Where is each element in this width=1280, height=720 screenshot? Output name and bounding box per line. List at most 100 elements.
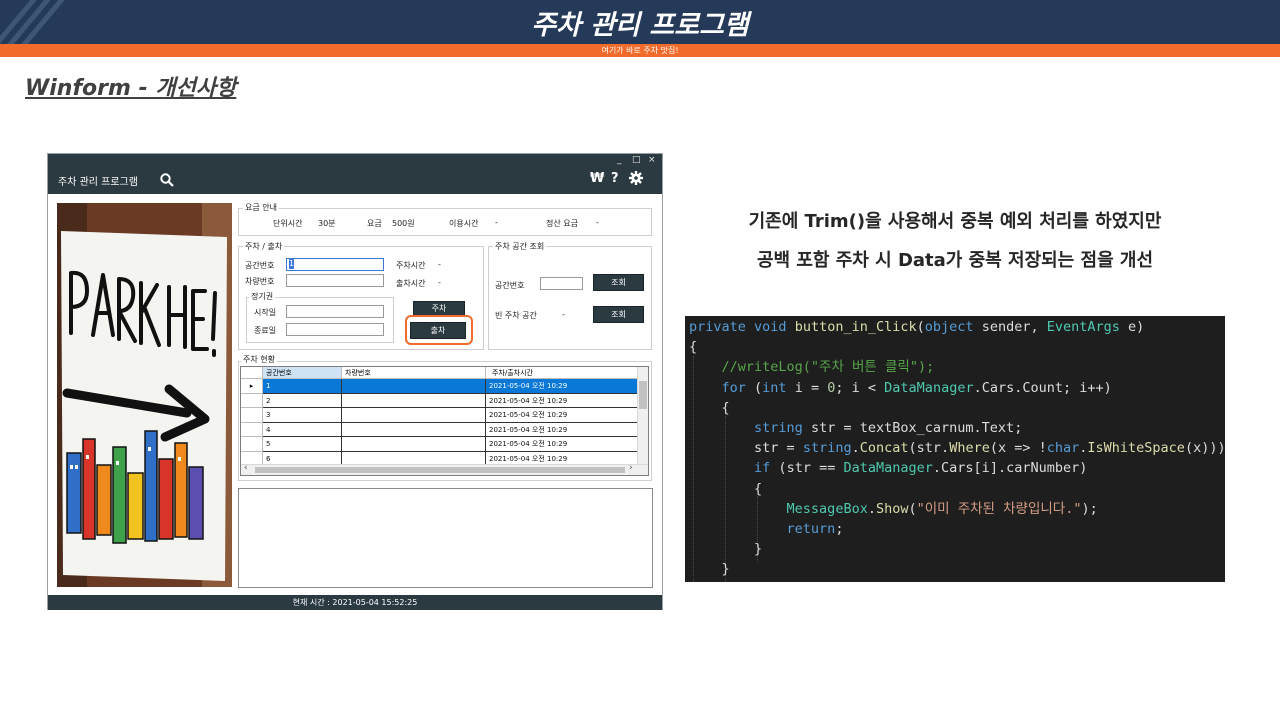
exit-time-value: - [438, 278, 441, 287]
help-icon[interactable]: ? [611, 171, 619, 186]
cell-space-number[interactable]: 5 [263, 437, 342, 452]
row-header[interactable] [241, 408, 263, 423]
table-row[interactable]: ▸ 1 2021-05-04 오전 10:29 [241, 379, 638, 394]
cell-car-number[interactable] [342, 379, 486, 394]
lookup-space-no-input[interactable] [540, 277, 583, 290]
maximize-button[interactable]: □ [632, 155, 641, 165]
cell-car-number[interactable] [342, 408, 486, 423]
cell-space-number[interactable]: 3 [263, 408, 342, 423]
status-bar-clock: 현재 시간 : 2021-05-04 15:52:25 [48, 595, 662, 610]
table-row[interactable]: 4 2021-05-04 오전 10:29 [241, 422, 638, 437]
grid-header-time[interactable]: 주차/출차시간 [486, 367, 638, 379]
settle-fee-label: 정산 요금 [546, 219, 578, 228]
space-no-input[interactable]: 1 [286, 258, 384, 271]
empty-space-value: - [562, 310, 565, 319]
usage-time-label: 이용시간 [449, 219, 479, 228]
table-row[interactable]: 2 2021-05-04 오전 10:29 [241, 393, 638, 408]
description-line-1: 기존에 Trim()을 사용해서 중복 예외 처리를 하였지만 [748, 211, 1162, 232]
code-line: //writeLog("주차 버튼 클릭"); [689, 359, 935, 376]
slide-title: 주차 관리 프로그램 [531, 10, 749, 41]
cell-car-number[interactable] [342, 393, 486, 408]
fee-value: 500원 [392, 219, 415, 228]
grid-horizontal-scroll-thumb[interactable] [255, 467, 625, 473]
search-icon[interactable] [160, 173, 174, 191]
end-date-label: 종료일 [254, 326, 277, 335]
minimize-button[interactable]: _ [617, 155, 622, 165]
cell-space-number[interactable]: 1 [263, 379, 342, 394]
parking-status-group-label: 주차 현황 [241, 354, 277, 365]
park-time-label: 주차시간 [396, 261, 426, 270]
grid-header-space[interactable]: 공간번호 [263, 367, 342, 379]
cell-parking-time[interactable]: 2021-05-04 오전 10:29 [486, 393, 638, 408]
code-line: for (int i = 0; i < DataManager.Cars.Cou… [721, 379, 1112, 396]
won-icon[interactable]: ₩ [590, 171, 604, 186]
cell-parking-time[interactable]: 2021-05-04 오전 10:29 [486, 437, 638, 452]
usage-time-value: - [495, 218, 498, 227]
lookup-space-no-label: 공간번호 [495, 281, 525, 290]
row-header[interactable]: ▸ [241, 379, 263, 394]
empty-space-lookup-button[interactable]: 조회 [593, 306, 644, 323]
end-date-input[interactable] [286, 323, 384, 336]
code-line: { [689, 339, 698, 356]
cell-space-number[interactable]: 2 [263, 393, 342, 408]
cell-space-number[interactable]: 4 [263, 422, 342, 437]
start-date-input[interactable] [286, 305, 384, 318]
cell-car-number[interactable] [342, 437, 486, 452]
start-date-label: 시작일 [254, 308, 277, 317]
code-line: return; [786, 521, 844, 537]
settings-icon[interactable] [629, 171, 643, 189]
window-titlebar: _ □ × 주차 관리 프로그램 ₩ ? [48, 154, 662, 194]
scroll-right-icon[interactable]: › [629, 463, 633, 473]
lookup-button[interactable]: 조회 [593, 274, 644, 291]
close-button[interactable]: × [648, 155, 656, 165]
cell-car-number[interactable] [342, 422, 486, 437]
park-button[interactable]: 주차 [413, 301, 465, 316]
exit-time-label: 출차시간 [396, 279, 426, 288]
code-snippet: private void button_in_Click(object send… [685, 316, 1225, 582]
row-header[interactable] [241, 437, 263, 452]
cell-parking-time[interactable]: 2021-05-04 오전 10:29 [486, 408, 638, 423]
grid-corner-header [241, 367, 263, 379]
space-lookup-group [488, 246, 652, 350]
grid-vertical-scrollbar[interactable] [637, 367, 648, 464]
season-pass-group [246, 297, 394, 343]
code-line: str = string.Concat(str.Where(x => !char… [754, 440, 1225, 457]
space-no-label: 공간번호 [245, 261, 275, 270]
car-no-label: 차량번호 [245, 277, 275, 286]
parking-status-grid[interactable]: 공간번호 차량번호 주차/출차시간 ▸ 1 2021-05-04 오전 10:29 2… [240, 366, 649, 476]
fee-label: 요금 [367, 219, 382, 228]
app-title: 주차 관리 프로그램 [58, 177, 138, 188]
code-line: MessageBox.Show("이미 주차된 차량입니다."); [786, 500, 1098, 517]
cell-parking-time[interactable]: 2021-05-04 오전 10:29 [486, 422, 638, 437]
grid-horizontal-scrollbar[interactable]: ‹ › [241, 463, 648, 475]
unit-time-value: 30분 [318, 219, 336, 228]
row-header[interactable] [241, 422, 263, 437]
scroll-left-icon[interactable]: ‹ [244, 463, 248, 473]
grid-vertical-scroll-thumb[interactable] [639, 381, 647, 409]
code-line: private void button_in_Click(object send… [689, 319, 1145, 335]
space-lookup-group-label: 주차 공간 조회 [493, 241, 547, 252]
unit-time-label: 단위시간 [273, 219, 303, 228]
settle-fee-value: - [596, 218, 599, 227]
cell-parking-time[interactable]: 2021-05-04 오전 10:29 [486, 379, 638, 394]
table-row[interactable]: 3 2021-05-04 오전 10:29 [241, 408, 638, 423]
slide-subtitle: 여기가 바로 주차 맛집! [601, 46, 679, 55]
exit-button-highlight [405, 315, 473, 345]
parking-exit-group-label: 주차 / 출차 [243, 241, 285, 252]
parking-sign-image [57, 203, 232, 587]
winform-window: _ □ × 주차 관리 프로그램 ₩ ? 요금 안내 단위시간 30분 요금 5… [47, 153, 663, 610]
fee-info-group-label: 요금 안내 [243, 202, 279, 213]
space-no-value: 1 [289, 258, 295, 269]
season-pass-label: 정기권 [249, 291, 276, 302]
log-textbox[interactable] [238, 488, 653, 588]
row-header[interactable] [241, 393, 263, 408]
car-no-input[interactable] [286, 274, 384, 287]
table-row[interactable]: 5 2021-05-04 오전 10:29 [241, 437, 638, 452]
description-line-2: 공백 포함 주차 시 Data가 중복 저장되는 점을 개선 [756, 250, 1154, 271]
empty-space-label: 빈 주차 공간 [495, 311, 537, 320]
section-title: Winform - 개선사항 [25, 76, 237, 101]
code-line: } [689, 541, 763, 558]
code-line: { [689, 399, 730, 416]
grid-header-car[interactable]: 차량번호 [342, 367, 486, 379]
code-line: { [689, 480, 763, 497]
